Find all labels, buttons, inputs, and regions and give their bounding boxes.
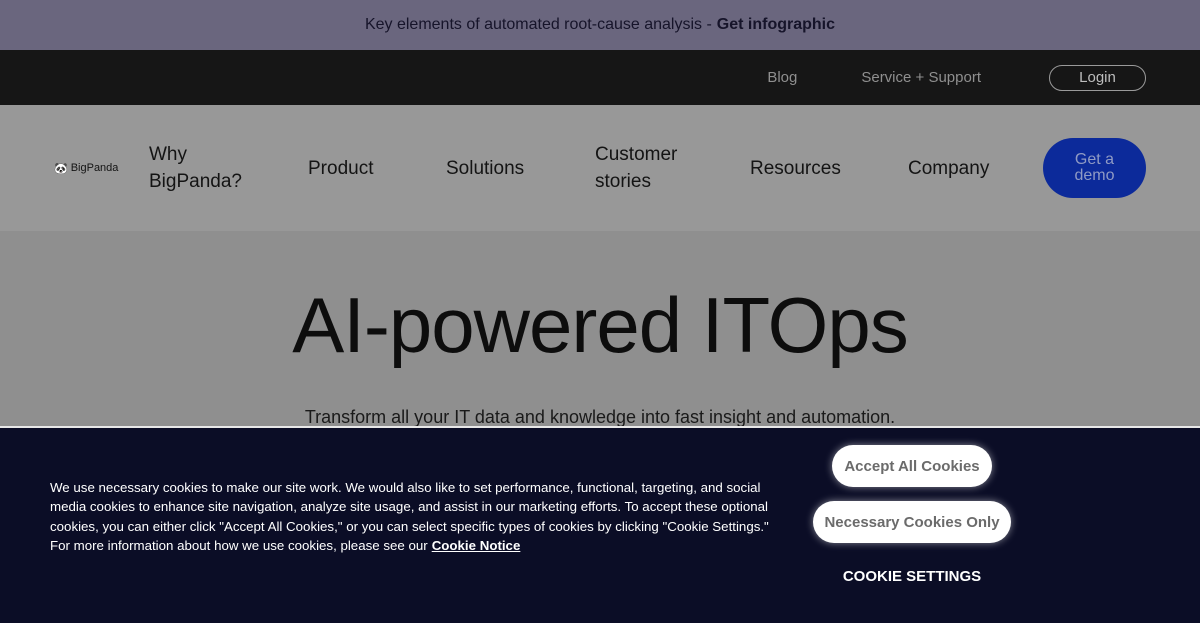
nav-company[interactable]: Company	[908, 155, 989, 182]
logo[interactable]: 🐼 BigPanda	[54, 162, 149, 175]
necessary-cookies-button[interactable]: Necessary Cookies Only	[813, 501, 1011, 543]
hero-title: AI-powered ITOps	[292, 281, 909, 369]
cookie-text: We use necessary cookies to make our sit…	[50, 480, 769, 553]
nav-solutions[interactable]: Solutions	[446, 155, 524, 182]
accept-all-cookies-button[interactable]: Accept All Cookies	[832, 445, 992, 487]
nav-product[interactable]: Product	[308, 155, 373, 182]
nav-why-bigpanda[interactable]: Why BigPanda?	[149, 141, 249, 195]
nav-customer-stories[interactable]: Customer stories	[595, 141, 685, 195]
main-nav: 🐼 BigPanda Why BigPanda? Product Solution…	[0, 105, 1200, 231]
nav-resources[interactable]: Resources	[750, 155, 841, 182]
cookie-banner: We use necessary cookies to make our sit…	[0, 426, 1200, 623]
promo-banner[interactable]: Key elements of automated root-cause ana…	[0, 0, 1200, 50]
get-demo-button[interactable]: Get a demo	[1043, 138, 1146, 198]
panda-icon: 🐼	[54, 162, 68, 175]
utility-bar: Blog Service + Support Login	[0, 50, 1200, 105]
blog-link[interactable]: Blog	[767, 69, 797, 86]
hero-subtitle: Transform all your IT data and knowledge…	[304, 407, 896, 427]
cookie-notice-link[interactable]: Cookie Notice	[432, 538, 521, 553]
login-button[interactable]: Login	[1049, 64, 1146, 91]
banner-text: Key elements of automated root-cause ana…	[364, 16, 712, 33]
banner-link[interactable]: Get infographic	[717, 16, 835, 34]
cookie-settings-button[interactable]: COOKIE SETTINGS	[812, 568, 1012, 585]
support-link[interactable]: Service + Support	[861, 69, 981, 86]
